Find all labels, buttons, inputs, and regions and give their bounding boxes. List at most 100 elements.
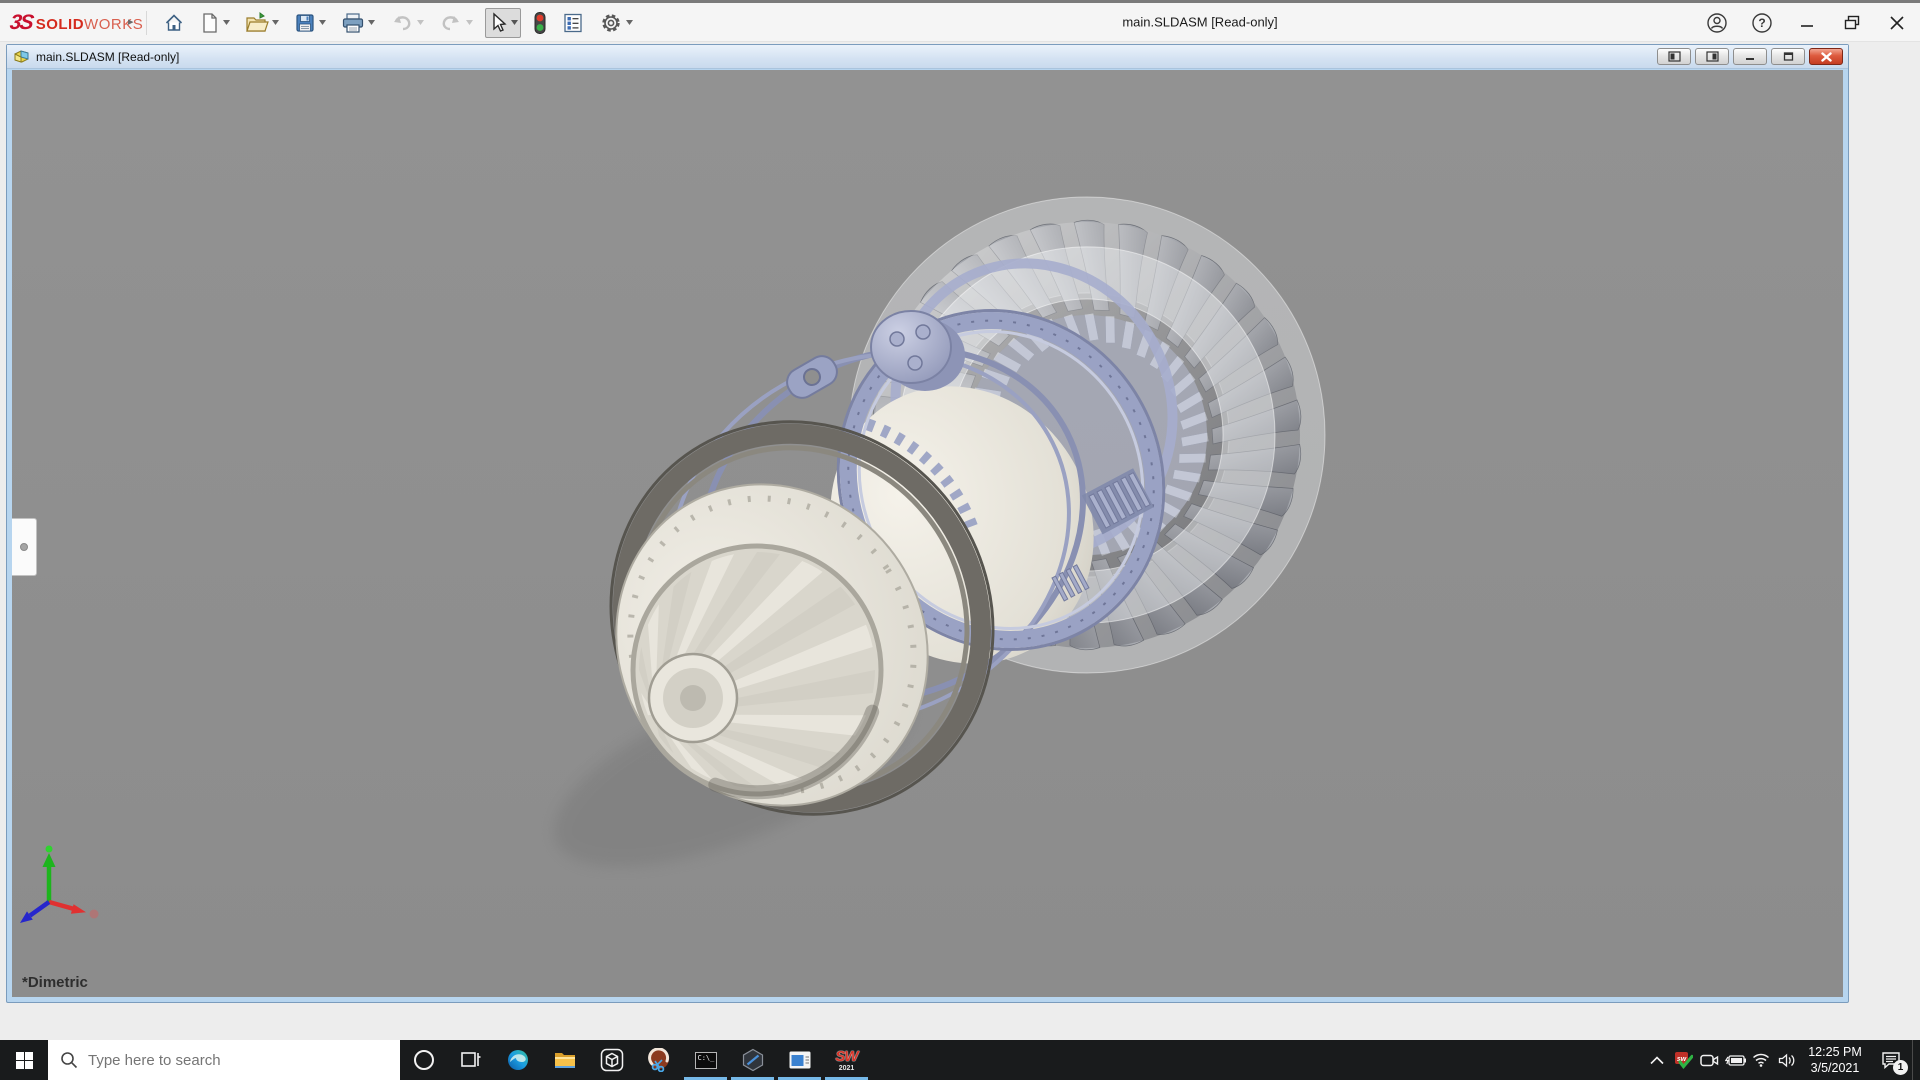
network-status[interactable] xyxy=(1748,1040,1774,1080)
search-input[interactable] xyxy=(88,1051,368,1069)
print-button[interactable] xyxy=(338,8,378,38)
new-document-button[interactable] xyxy=(197,8,233,38)
taskbar-item-task-view[interactable] xyxy=(447,1040,494,1080)
account-icon xyxy=(1707,12,1727,33)
hexagon-app-icon xyxy=(742,1048,763,1072)
file-properties-button[interactable] xyxy=(559,8,587,38)
taskbar-clock[interactable]: 12:25 PM 3/5/2021 xyxy=(1800,1044,1870,1076)
document-titlebar[interactable]: main.SLDASM [Read-only] xyxy=(7,45,1848,69)
new-document-icon xyxy=(203,12,217,33)
home-button[interactable] xyxy=(160,8,188,38)
new-document-dropdown-icon[interactable] xyxy=(223,20,230,25)
save-dropdown-icon[interactable] xyxy=(319,20,326,25)
select-dropdown-icon[interactable] xyxy=(511,20,518,25)
3d-viewer-icon xyxy=(600,1048,623,1072)
solidworks-application: 3S SOLID WORKS ▸ main.SLDASM [Read-only]… xyxy=(0,0,1920,1080)
home-icon xyxy=(165,13,183,31)
undo-icon xyxy=(394,15,411,30)
split-pane-right-button[interactable] xyxy=(1695,48,1729,65)
taskbar-item-command-prompt[interactable]: C:\_ xyxy=(682,1040,729,1080)
engine-model xyxy=(12,70,1843,997)
redo-button[interactable] xyxy=(436,8,476,38)
taskbar-item-snip-and-sketch[interactable] xyxy=(635,1040,682,1080)
sw-resource-monitor-icon: sw xyxy=(1674,1052,1693,1069)
close-window-button[interactable] xyxy=(1882,8,1912,38)
file-explorer-icon xyxy=(554,1053,575,1068)
hidden-icons-button[interactable] xyxy=(1644,1040,1670,1080)
svg-text:?: ? xyxy=(1758,16,1765,30)
start-button[interactable] xyxy=(0,1040,48,1080)
taskbar-item-cortana[interactable] xyxy=(400,1040,447,1080)
taskbar-item-3d-viewer[interactable] xyxy=(588,1040,635,1080)
help-button[interactable]: ? xyxy=(1747,8,1777,38)
meet-now-camera-icon xyxy=(1699,1054,1718,1066)
app-titlebar: 3S SOLID WORKS ▸ main.SLDASM [Read-only]… xyxy=(0,3,1920,42)
toolbar-separator xyxy=(146,11,147,35)
close-icon xyxy=(1890,15,1904,30)
split-pane-left-icon xyxy=(1667,51,1681,62)
options-button[interactable] xyxy=(596,8,636,38)
cortana-icon xyxy=(413,1050,434,1070)
app-titlebar-controls: ? xyxy=(1702,3,1912,42)
graphics-area[interactable]: *Dimetric xyxy=(12,70,1843,997)
doc-minimize-icon xyxy=(1746,58,1754,60)
minimize-window-button[interactable] xyxy=(1792,8,1822,38)
split-pane-right-icon xyxy=(1705,51,1719,62)
task-view-icon xyxy=(460,1052,480,1067)
pane-handle-dot-icon xyxy=(20,543,28,551)
doc-maximize-button[interactable] xyxy=(1771,48,1805,65)
menu-expand-arrow-icon[interactable]: ▸ xyxy=(128,15,134,28)
app-title: main.SLDASM [Read-only] xyxy=(1122,14,1278,30)
account-button[interactable] xyxy=(1702,8,1732,38)
split-pane-left-button[interactable] xyxy=(1657,48,1691,65)
show-desktop-button[interactable] xyxy=(1912,1040,1920,1080)
meet-now-button[interactable] xyxy=(1696,1040,1722,1080)
taskbar-item-edge[interactable] xyxy=(494,1040,541,1080)
windows-taskbar: C:\_ SW 2021 xyxy=(0,1040,1920,1080)
edge-icon xyxy=(507,1050,528,1070)
doc-close-icon xyxy=(1820,51,1832,62)
solidworks-resource-monitor-tray[interactable]: sw xyxy=(1670,1040,1696,1080)
redo-icon xyxy=(442,15,459,30)
options-dropdown-icon[interactable] xyxy=(626,20,633,25)
undo-button[interactable] xyxy=(387,8,427,38)
rebuild-traffic-light-icon xyxy=(534,11,546,34)
clock-time: 12:25 PM xyxy=(1808,1045,1862,1059)
notification-badge: 1 xyxy=(1893,1060,1908,1075)
open-dropdown-icon[interactable] xyxy=(272,20,279,25)
taskbar-search[interactable] xyxy=(48,1040,400,1080)
action-center-button[interactable]: 1 xyxy=(1870,1040,1912,1080)
rebuild-button[interactable] xyxy=(530,8,550,38)
document-window-controls xyxy=(1657,48,1843,65)
window-app-icon xyxy=(789,1051,810,1069)
doc-minimize-button[interactable] xyxy=(1733,48,1767,65)
feature-tree-collapse-tab[interactable] xyxy=(12,518,37,576)
options-gear-icon xyxy=(602,13,620,32)
taskbar-item-window-app[interactable] xyxy=(776,1040,823,1080)
main-toolbar xyxy=(160,3,636,42)
chevron-up-icon xyxy=(1650,1055,1664,1064)
open-button[interactable] xyxy=(242,8,282,38)
taskbar-item-hexagon-app[interactable] xyxy=(729,1040,776,1080)
save-icon xyxy=(296,13,314,32)
redo-dropdown-icon[interactable] xyxy=(466,20,473,25)
restore-icon xyxy=(1844,15,1860,29)
taskbar-item-file-explorer[interactable] xyxy=(541,1040,588,1080)
volume-control[interactable] xyxy=(1774,1040,1800,1080)
select-tool-button[interactable] xyxy=(485,7,521,38)
system-tray: sw 12:25 PM 3/5/2021 1 xyxy=(1644,1040,1920,1080)
battery-status[interactable] xyxy=(1722,1040,1748,1080)
minimize-icon xyxy=(1801,24,1813,27)
document-title: main.SLDASM [Read-only] xyxy=(36,49,180,64)
taskbar-item-solidworks-2021[interactable]: SW 2021 xyxy=(823,1040,870,1080)
undo-dropdown-icon[interactable] xyxy=(417,20,424,25)
wifi-icon xyxy=(1753,1053,1769,1067)
doc-maximize-icon xyxy=(1783,52,1793,61)
command-prompt-icon: C:\_ xyxy=(694,1051,717,1069)
file-properties-icon xyxy=(564,13,582,32)
battery-charging-icon xyxy=(1724,1054,1746,1066)
doc-close-button[interactable] xyxy=(1809,48,1843,65)
restore-window-button[interactable] xyxy=(1837,8,1867,38)
save-button[interactable] xyxy=(291,8,329,38)
print-dropdown-icon[interactable] xyxy=(368,20,375,25)
